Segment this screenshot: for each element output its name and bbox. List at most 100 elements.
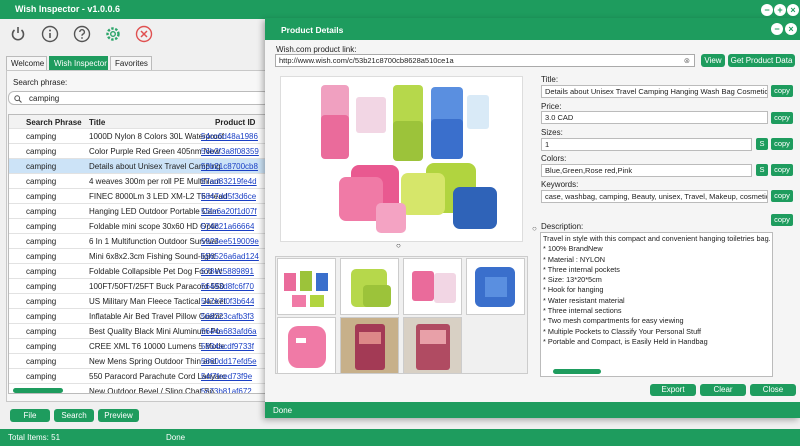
colors-s-button[interactable]: S — [756, 164, 768, 176]
col-search-phrase[interactable]: Search Phrase — [26, 118, 82, 127]
product-id-link[interactable]: 55fa6a20f1d07f — [201, 207, 257, 216]
table-row[interactable]: camping CREE XML T6 10000 Lumens 5 Mode 58… — [9, 339, 269, 354]
search-phrase-cell: camping — [26, 252, 57, 261]
thumbnail-1[interactable] — [277, 258, 336, 315]
description-scrollbar[interactable] — [553, 369, 601, 374]
product-id-link[interactable]: 547e7f0f3b644 — [201, 297, 254, 306]
settings-icon[interactable] — [104, 25, 122, 43]
product-id-link[interactable]: 5847dd5f3d6ce — [201, 192, 256, 201]
export-button[interactable]: Export — [650, 384, 696, 396]
product-id-link[interactable]: 5c73b81af672 — [201, 387, 252, 393]
thumbnail-4[interactable] — [466, 258, 525, 315]
minimize-icon[interactable]: − — [761, 4, 773, 16]
table-row[interactable]: camping 4 weaves 300m per roll PE Multifi… — [9, 174, 269, 189]
grid-scrollbar[interactable] — [13, 388, 63, 393]
table-row[interactable]: camping Best Quality Black Mini Aluminum … — [9, 324, 269, 339]
product-main-image — [280, 76, 523, 242]
close-window-icon[interactable]: × — [787, 4, 799, 16]
close-icon[interactable] — [135, 25, 153, 43]
dialog-minimize-icon[interactable]: − — [771, 23, 783, 35]
search-button[interactable]: Search — [54, 409, 94, 422]
product-id-link[interactable]: 556526a6ad124 — [201, 252, 259, 261]
table-row[interactable]: camping New Mens Spring Outdoor Thin and 5… — [9, 354, 269, 369]
url-field[interactable]: http://www.wish.com/c/53b21c8700cb8628a5… — [275, 54, 695, 67]
dialog-close-icon[interactable]: × — [785, 23, 797, 35]
clear-button[interactable]: Clear — [700, 384, 746, 396]
table-row[interactable]: camping US Military Man Fleece Tactical J… — [9, 294, 269, 309]
copy-title-button[interactable]: copy — [771, 85, 793, 97]
table-row[interactable]: camping FINEC 8000Lm 3 LED XM-L2 T6 Head 5… — [9, 189, 269, 204]
file-button[interactable]: File — [10, 409, 50, 422]
tab-wish-inspector[interactable]: Wish Inspector — [49, 56, 108, 70]
table-row[interactable]: camping 1000D Nylon 8 Colors 30L Waterpro… — [9, 129, 269, 144]
search-phrase-cell: camping — [26, 162, 57, 171]
table-row[interactable]: camping 6 In 1 Multifunction Outdoor Surv… — [9, 234, 269, 249]
view-button[interactable]: View — [701, 54, 725, 67]
product-id-link[interactable]: 56b2f3a8f08359 — [201, 147, 259, 156]
copy-description-button[interactable]: copy — [771, 214, 793, 226]
sizes-field[interactable]: 1 — [541, 138, 752, 151]
copy-keywords-button[interactable]: copy — [771, 190, 793, 202]
tab-favorites[interactable]: Favorites — [110, 56, 152, 70]
table-row[interactable]: camping Foldable mini scope 30x60 HD Opti… — [9, 219, 269, 234]
thumbnail-6[interactable] — [340, 317, 399, 374]
col-title[interactable]: Title — [89, 118, 105, 127]
product-id-link[interactable]: 578ec5889891 — [201, 267, 254, 276]
product-id-link[interactable]: 5860dd17efd5e — [201, 357, 257, 366]
preview-button[interactable]: Preview — [98, 409, 139, 422]
colors-label: Colors: — [541, 154, 567, 163]
title-cell: New Outdoor Bevel / Sling Chat So — [89, 387, 214, 394]
description-line: * Material : NYLON — [543, 254, 606, 264]
copy-colors-button[interactable]: copy — [771, 164, 793, 176]
product-id-link[interactable]: 5923ee519009e — [201, 237, 259, 246]
image-pager-dot[interactable]: ○ — [396, 241, 401, 250]
power-icon[interactable] — [9, 25, 27, 43]
clear-url-icon[interactable]: ⊗ — [684, 56, 690, 65]
tab-welcome[interactable]: Welcome — [6, 56, 47, 70]
product-id-link[interactable]: 57ad83219fe4d — [201, 177, 257, 186]
product-id-link[interactable]: 574821a66664 — [201, 222, 254, 231]
table-row[interactable]: camping 100FT/50FT/25FT Buck Paracord 550… — [9, 279, 269, 294]
product-id-link[interactable]: 54f7feed73f9e — [201, 372, 252, 381]
get-product-data-button[interactable]: Get Product Data — [728, 54, 795, 67]
close-button[interactable]: Close — [750, 384, 796, 396]
col-product-id[interactable]: Product ID — [215, 118, 255, 127]
thumbnail-5[interactable] — [277, 317, 336, 374]
table-row[interactable]: camping Foldable Collapsible Pet Dog Food… — [9, 264, 269, 279]
search-phrase-cell: camping — [26, 297, 57, 306]
table-row[interactable]: camping 550 Paracord Parachute Cord Lanya… — [9, 369, 269, 384]
sizes-s-button[interactable]: S — [756, 138, 768, 150]
table-row[interactable]: camping Details about Unisex Travel Campi… — [9, 159, 269, 174]
title-field[interactable]: Details about Unisex Travel Camping Hang… — [541, 85, 768, 98]
product-id-link[interactable]: 5834acdf9733f — [201, 342, 254, 351]
description-field[interactable]: Travel in style with this compact and co… — [540, 232, 773, 377]
help-icon[interactable] — [73, 25, 91, 43]
title-bar: Wish Inspector - v1.0.0.6 — [0, 0, 800, 19]
copy-sizes-button[interactable]: copy — [771, 138, 793, 150]
table-row[interactable]: camping Mini 6x8x2.3cm Fishing Sound-ligh… — [9, 249, 269, 264]
product-id-link[interactable]: 5644a683afd6a — [201, 327, 257, 336]
title-cell: New Mens Spring Outdoor Thin and — [89, 357, 217, 366]
dialog-title: Product Details — [281, 25, 344, 35]
search-input[interactable]: camping — [8, 91, 270, 105]
info-icon[interactable] — [41, 25, 59, 43]
search-phrase-cell: camping — [26, 177, 57, 186]
sizes-label: Sizes: — [541, 128, 563, 137]
description-radio-icon[interactable]: ○ — [532, 224, 537, 233]
thumbnail-3[interactable] — [403, 258, 462, 315]
thumbnail-2[interactable] — [340, 258, 399, 315]
maximize-icon[interactable]: + — [774, 4, 786, 16]
table-row[interactable]: camping Color Purple Red Green 405nm New 5… — [9, 144, 269, 159]
product-id-link[interactable]: 568223cafb3f3 — [201, 312, 254, 321]
thumbnail-7[interactable] — [403, 317, 462, 374]
product-id-link[interactable]: 54cc6d48a1986 — [201, 132, 258, 141]
price-field[interactable]: 3.0 CAD — [541, 111, 768, 124]
product-id-link[interactable]: 56493d8fc6f70 — [201, 282, 254, 291]
search-phrase-cell: camping — [26, 237, 57, 246]
keywords-field[interactable]: case, washbag, camping, Beauty, unisex, … — [541, 190, 768, 203]
copy-price-button[interactable]: copy — [771, 112, 793, 124]
table-row[interactable]: camping Hanging LED Outdoor Portable Cam 5… — [9, 204, 269, 219]
colors-field[interactable]: Blue,Green,Rose red,Pink — [541, 164, 752, 177]
table-row[interactable]: camping Inflatable Air Bed Travel Pillow … — [9, 309, 269, 324]
product-id-link[interactable]: 53b21c8700cb8 — [201, 162, 258, 171]
